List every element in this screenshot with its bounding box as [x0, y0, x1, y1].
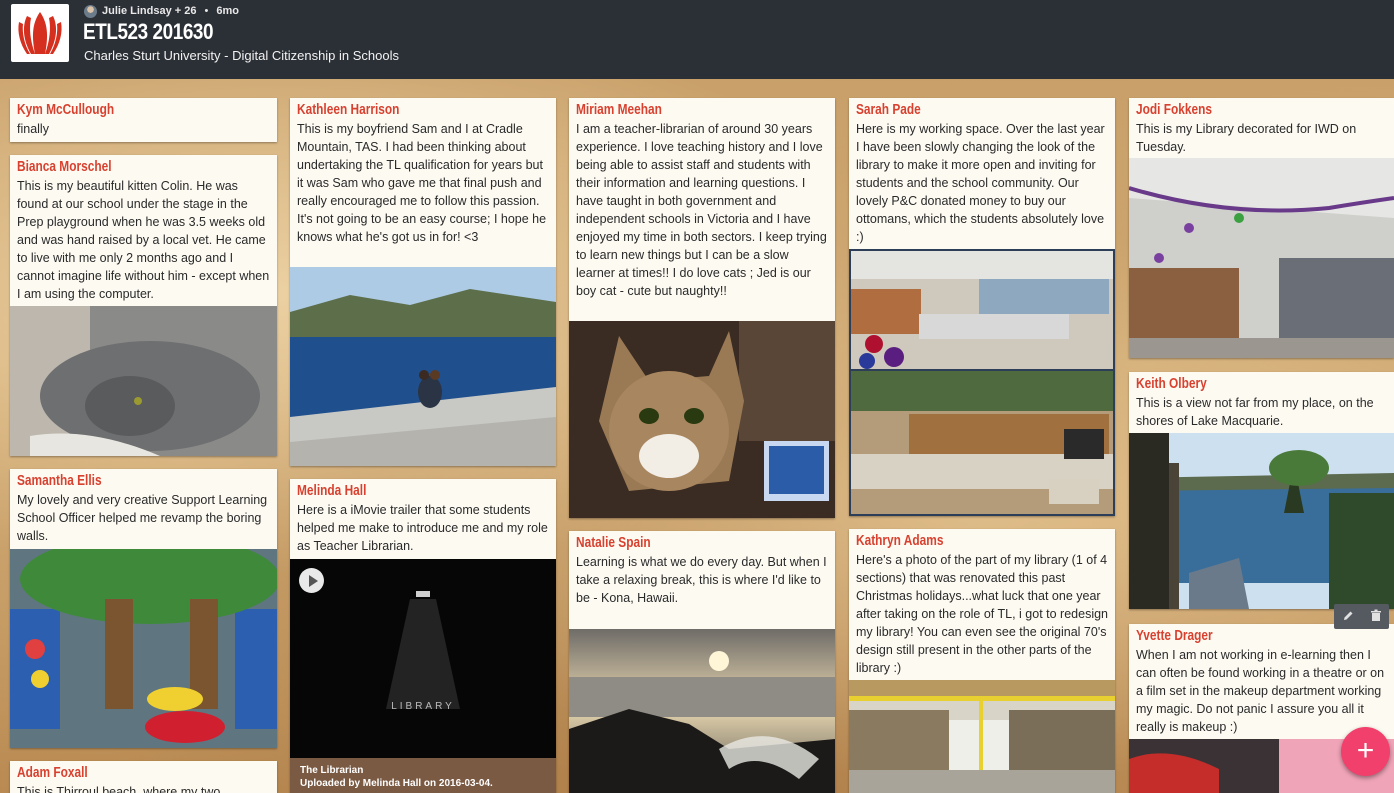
board-title: ETL523 201630 — [83, 19, 214, 44]
video-overlay-text: LIBRARY — [391, 701, 455, 712]
university-logo — [11, 4, 69, 62]
cradle-mountain-photo[interactable] — [290, 267, 556, 466]
kitten-photo[interactable] — [10, 306, 277, 456]
post-author: Natalie Spain — [576, 535, 651, 551]
post-body: This is Thirroul beach, where my two — [17, 785, 221, 793]
post-body: I am a teacher-librarian of around 30 ye… — [576, 122, 827, 298]
post-card[interactable]: Kym McCullough finally — [10, 98, 277, 142]
post-card[interactable]: Bianca Morschel This is my beautiful kit… — [10, 155, 277, 456]
plus-icon: + — [1356, 734, 1375, 767]
board-header: Julie Lindsay + 26 • 6mo ETL523 201630 C… — [0, 0, 1394, 79]
add-post-button[interactable]: + — [1341, 727, 1390, 776]
post-body: Learning is what we do every day. But wh… — [576, 555, 827, 605]
lake-macquarie-photo[interactable] — [1129, 433, 1394, 609]
post-body: Here's a photo of the part of my library… — [856, 553, 1109, 675]
video-title[interactable]: The Librarian — [300, 764, 546, 777]
post-body: When I am not working in e-learning then… — [1136, 648, 1385, 734]
pencil-icon[interactable] — [1342, 609, 1355, 625]
post-author: Yvette Drager — [1136, 628, 1213, 644]
video-uploaded: Uploaded by Melinda Hall on 2016-03-04. — [300, 778, 493, 789]
post-card[interactable]: Keith Olbery This is a view not far from… — [1129, 372, 1394, 609]
post-card[interactable]: Natalie Spain Learning is what we do eve… — [569, 531, 835, 793]
post-author: Adam Foxall — [17, 765, 88, 781]
post-author: Melinda Hall — [297, 483, 367, 499]
board-meta: Julie Lindsay + 26 • 6mo — [84, 3, 239, 19]
post-card[interactable]: Kathryn Adams Here's a photo of the part… — [849, 529, 1115, 793]
library-space-photo[interactable] — [849, 249, 1115, 516]
post-author: Kym McCullough — [17, 102, 115, 118]
classroom-wall-photo[interactable] — [10, 549, 277, 748]
video-player[interactable]: LIBRARY — [290, 559, 556, 758]
post-author: Jodi Fokkens — [1136, 102, 1212, 118]
post-card[interactable]: Melinda Hall Here is a iMovie trailer th… — [290, 479, 556, 793]
post-body: This is my beautiful kitten Colin. He wa… — [17, 179, 270, 301]
cat-photo[interactable] — [569, 321, 835, 518]
post-card[interactable]: Samantha Ellis My lovely and very creati… — [10, 469, 277, 748]
post-author: Kathleen Harrison — [297, 102, 400, 118]
post-card[interactable]: Jodi Fokkens This is my Library decorate… — [1129, 98, 1394, 358]
iwd-library-photo[interactable] — [1129, 158, 1394, 358]
avatar[interactable] — [84, 4, 97, 18]
post-body: My lovely and very creative Support Lear… — [17, 493, 268, 543]
trash-icon[interactable] — [1370, 609, 1382, 625]
post-card[interactable]: Adam Foxall This is Thirroul beach, wher… — [10, 761, 277, 793]
board-age: 6mo — [216, 5, 239, 17]
post-author: Miriam Meehan — [576, 102, 662, 118]
post-author: Samantha Ellis — [17, 473, 102, 489]
board-subtitle: Charles Sturt University - Digital Citiz… — [84, 48, 400, 63]
post-body: This is my boyfriend Sam and I at Cradle… — [297, 122, 547, 244]
video-caption: The Librarian Uploaded by Melinda Hall o… — [290, 758, 556, 793]
post-body: finally — [17, 122, 49, 136]
post-author: Kathryn Adams — [856, 533, 944, 549]
board-authors[interactable]: Julie Lindsay + 26 — [102, 5, 196, 17]
post-card[interactable]: Miriam Meehan I am a teacher-librarian o… — [569, 98, 835, 518]
post-body: Here is my working space. Over the last … — [856, 122, 1105, 244]
renovated-library-photo[interactable] — [849, 680, 1115, 793]
post-card[interactable]: Kathleen Harrison This is my boyfriend S… — [290, 98, 556, 466]
kona-beach-photo[interactable] — [569, 629, 835, 793]
post-body: This is my Library decorated for IWD on … — [1136, 122, 1357, 154]
post-author: Sarah Pade — [856, 102, 921, 118]
post-action-bar — [1334, 604, 1389, 629]
post-body: This is a view not far from my place, on… — [1136, 396, 1374, 428]
play-button[interactable] — [299, 568, 324, 593]
post-author: Keith Olbery — [1136, 376, 1207, 392]
post-card[interactable]: Sarah Pade Here is my working space. Ove… — [849, 98, 1115, 516]
post-body: Here is a iMovie trailer that some stude… — [297, 503, 548, 553]
post-author: Bianca Morschel — [17, 159, 112, 175]
